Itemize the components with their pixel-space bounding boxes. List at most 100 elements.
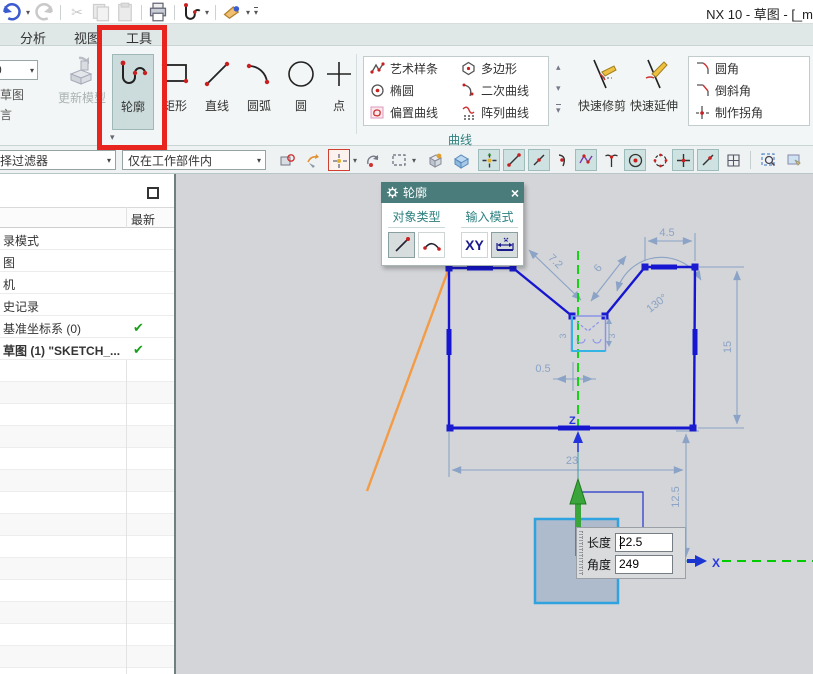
profile-dialog: 轮廓 × 对象类型 输入模式 xyxy=(381,182,524,266)
navigator-row[interactable]: 史记录 xyxy=(0,294,174,316)
dim-text-notch-right: 3 xyxy=(607,333,617,338)
angle-input[interactable] xyxy=(615,555,673,574)
drag-handle[interactable] xyxy=(579,531,583,575)
marquee-select-icon[interactable] xyxy=(388,149,410,171)
profile-dialog-header[interactable]: 轮廓 × xyxy=(381,182,524,203)
object-type-label: 对象类型 xyxy=(388,208,445,228)
reference-line-orange[interactable] xyxy=(367,268,449,491)
length-row: 长度 xyxy=(587,531,682,553)
copy-icon[interactable] xyxy=(91,2,111,22)
snap-drag-icon[interactable] xyxy=(478,149,500,171)
x-direction-arrow[interactable] xyxy=(695,555,707,567)
gear-icon xyxy=(386,186,399,199)
arc-icon xyxy=(243,58,275,92)
chevron-down-icon: ▾ xyxy=(30,66,37,75)
tab-analysis[interactable]: 分析 xyxy=(14,27,52,48)
polygon-icon xyxy=(461,61,476,76)
graphics-canvas[interactable]: 4.5 7.2 6 130° 15 12.5 xyxy=(176,174,813,674)
quick-extend-button[interactable]: 快速延伸 xyxy=(630,54,678,130)
profile-dropdown-icon[interactable]: ▾ xyxy=(205,8,209,17)
assembly-constraints-icon[interactable] xyxy=(276,149,298,171)
render-style-icon[interactable] xyxy=(424,149,446,171)
dim-notch-offset xyxy=(553,362,596,391)
navigator-row-label: 录模式 xyxy=(3,232,39,249)
studio-spline-item[interactable]: 艺术样条 xyxy=(364,57,455,79)
make-corner-label: 制作拐角 xyxy=(715,104,763,121)
dim-text-axis-offset: 12.5 xyxy=(670,486,682,507)
object-type-arc-button[interactable] xyxy=(418,232,445,258)
paste-icon[interactable] xyxy=(115,2,135,22)
snap-existing-point-icon[interactable] xyxy=(672,149,694,171)
scroll-down-icon[interactable]: ▾ xyxy=(556,83,561,94)
print-icon[interactable] xyxy=(148,2,168,22)
scroll-up-icon[interactable]: ▴ xyxy=(556,62,561,73)
x-axis-label-blue: X xyxy=(712,556,720,570)
object-type-line-button[interactable] xyxy=(388,232,415,258)
point-button[interactable]: 点 xyxy=(318,54,360,130)
close-icon[interactable]: × xyxy=(511,185,519,201)
snap-quadrant-icon[interactable] xyxy=(649,149,671,171)
chevron-down-icon[interactable]: ▾ xyxy=(412,156,416,165)
snap-spline-point-icon[interactable] xyxy=(575,149,597,171)
fillet-item[interactable]: 圆角 xyxy=(689,57,809,79)
navigator-column-header[interactable]: 最新 xyxy=(131,211,155,228)
chevron-down-icon[interactable]: ▾ xyxy=(353,156,357,165)
navigator-row-label: 史记录 xyxy=(3,298,39,315)
arc-button[interactable]: 圆弧 xyxy=(238,54,280,130)
snap-intersection-icon[interactable] xyxy=(600,149,622,171)
ellipse-item[interactable]: 椭圆 xyxy=(364,79,455,101)
navigator-row-label: 机 xyxy=(3,276,15,293)
chamfer-item[interactable]: 倒斜角 xyxy=(689,79,809,101)
window-square-icon[interactable] xyxy=(147,187,159,199)
chamfer-label: 倒斜角 xyxy=(715,82,751,99)
zoom-window-icon[interactable] xyxy=(757,149,779,171)
selection-scope-dropdown[interactable]: 仅在工作部件内 ▾ xyxy=(122,150,266,170)
snap-arc-center-icon[interactable] xyxy=(624,149,646,171)
snap-midpoint-icon[interactable] xyxy=(528,149,550,171)
dim-right-height xyxy=(698,267,744,428)
quick-trim-label: 快速修剪 xyxy=(578,97,626,114)
make-corner-item[interactable]: 制作拐角 xyxy=(689,101,809,123)
update-model-icon xyxy=(67,54,97,86)
undo-dropdown-icon[interactable]: ▾ xyxy=(26,8,30,17)
length-input[interactable] xyxy=(615,533,673,552)
quick-extend-icon xyxy=(638,58,670,92)
orient-view-icon[interactable] xyxy=(362,149,384,171)
navigator-row[interactable]: 录模式 xyxy=(0,228,174,250)
navigator-row[interactable]: 图 xyxy=(0,250,174,272)
gallery-expand-icon[interactable]: ▾ xyxy=(556,104,561,116)
navigator-row-sketch[interactable]: 草图 (1) "SKETCH_... ✔ xyxy=(0,338,174,360)
qat-customize-icon[interactable]: ▾ xyxy=(254,7,258,17)
input-mode-xy-button[interactable]: XY xyxy=(461,232,488,258)
navigator-row[interactable]: 机 xyxy=(0,272,174,294)
studio-spline-label: 艺术样条 xyxy=(390,60,438,77)
brush-dropdown-icon[interactable]: ▾ xyxy=(246,8,250,17)
pattern-curve-item[interactable]: 阵列曲线 xyxy=(455,101,548,123)
quick-trim-button[interactable]: 快速修剪 xyxy=(578,54,626,130)
redo-icon[interactable] xyxy=(34,2,54,22)
pan-view-icon[interactable] xyxy=(783,149,805,171)
circle-button[interactable]: 圆 xyxy=(280,54,322,130)
profile-small-icon[interactable] xyxy=(181,2,201,22)
snap-endpoint-icon[interactable] xyxy=(503,149,525,171)
input-mode-parameter-button[interactable] xyxy=(491,232,518,258)
move-component-icon[interactable] xyxy=(302,149,324,171)
snap-point-on-curve-icon[interactable] xyxy=(553,149,575,171)
undo-icon[interactable] xyxy=(2,2,22,22)
snap-point-on-line-icon[interactable] xyxy=(697,149,719,171)
snap-grid-icon[interactable] xyxy=(722,149,744,171)
cut-icon[interactable]: ✂ xyxy=(67,2,87,22)
selection-filter-dropdown[interactable]: 有选择过滤器 ▾ xyxy=(0,150,116,170)
polygon-item[interactable]: 多边形 xyxy=(455,57,548,79)
snap-point-toggle-icon[interactable] xyxy=(328,149,350,171)
format-brush-icon[interactable] xyxy=(222,2,242,22)
navigator-row-datum-csys[interactable]: 基准坐标系 (0) ✔ xyxy=(0,316,174,338)
work-plane-icon[interactable] xyxy=(450,149,472,171)
title-bar: ▾ ✂ ▾ ▾ ▾ NX 10 - 草图 - [_m xyxy=(0,0,813,24)
offset-curve-item[interactable]: 偏置曲线 xyxy=(364,101,455,123)
line-button[interactable]: 直线 xyxy=(196,54,238,130)
dim-text-right-height: 15 xyxy=(722,341,734,353)
conic-item[interactable]: 二次曲线 xyxy=(455,79,548,101)
dim-right-diagonal xyxy=(591,256,626,301)
snap-angle-combo[interactable]: 0 ▾ xyxy=(0,60,38,80)
